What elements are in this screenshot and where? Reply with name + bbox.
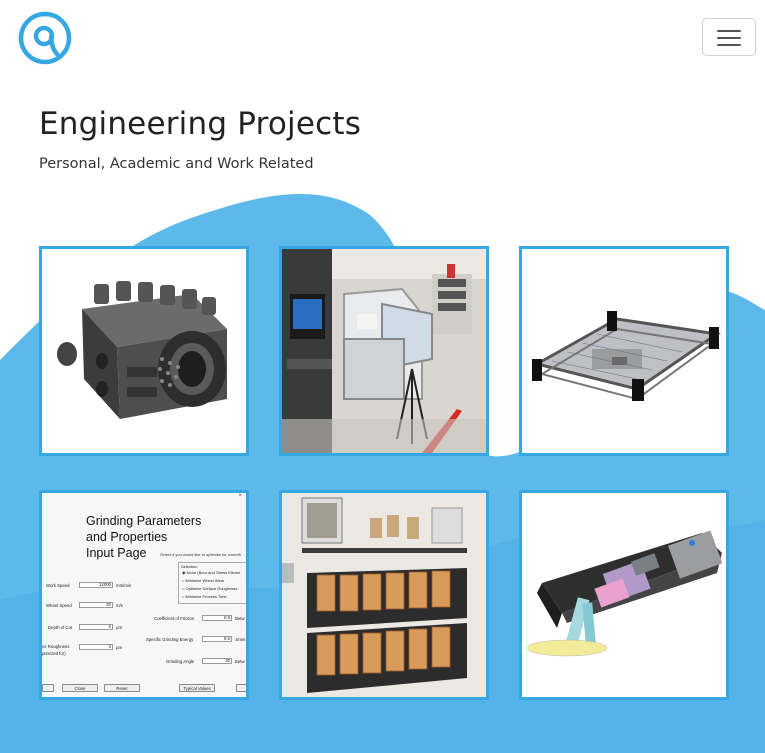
app-note: Select if you would like to optimise for…: [160, 552, 241, 557]
project-card-lab-enclosure[interactable]: [279, 246, 489, 456]
photo-lab-icon: [282, 249, 486, 453]
page-title: Engineering Projects: [39, 106, 362, 142]
project-card-grinding-app[interactable]: × Grinding Parameters and Properties Inp…: [39, 490, 249, 700]
q-logo-icon[interactable]: [17, 10, 73, 66]
hamburger-icon: [717, 30, 741, 32]
site-header: [0, 0, 765, 80]
window-close-icon: ×: [238, 493, 242, 499]
cad-frame-icon: [522, 249, 726, 453]
project-card-frame-platform[interactable]: [519, 246, 729, 456]
project-card-engine[interactable]: [39, 246, 249, 456]
cad-engine-icon: [42, 249, 246, 453]
menu-toggle-button[interactable]: [702, 18, 756, 56]
project-card-mechanism[interactable]: [519, 490, 729, 700]
cad-mechanism-icon: [522, 493, 726, 697]
photo-posters-icon: [282, 493, 486, 697]
hero-section: Engineering Projects Personal, Academic …: [39, 104, 361, 172]
project-card-poster-display[interactable]: [279, 490, 489, 700]
app-window-icon: × Grinding Parameters and Properties Inp…: [42, 493, 246, 697]
selection-box: Selection ◉ None (Burn and Stress Minimi…: [178, 562, 246, 604]
page-subtitle: Personal, Academic and Work Related: [39, 156, 314, 172]
